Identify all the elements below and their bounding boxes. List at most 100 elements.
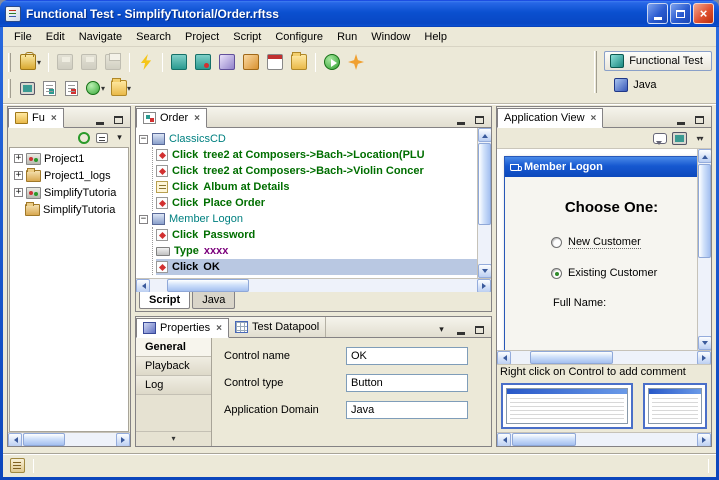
scroll-track[interactable] — [512, 351, 696, 364]
minimize-view-button[interactable] — [453, 112, 468, 127]
expander-icon[interactable]: − — [139, 135, 148, 144]
view-menu-button[interactable]: ▾ — [112, 130, 127, 145]
statusbar-task-icon[interactable] — [10, 458, 25, 473]
script-action-row[interactable]: Click tree2 at Composers->Bach->Location… — [156, 147, 477, 163]
menu-item-run[interactable]: Run — [330, 28, 364, 46]
script-action-row[interactable]: Click Place Order — [156, 195, 477, 211]
verification-point-button[interactable] — [215, 50, 239, 74]
scroll-right-button[interactable] — [697, 351, 711, 365]
toolbar-grip[interactable] — [8, 79, 11, 98]
scroll-thumb[interactable] — [167, 279, 248, 292]
minimize-view-button[interactable] — [92, 112, 107, 127]
screen-capture-button[interactable] — [672, 131, 687, 146]
java-perspective-button[interactable]: Java — [604, 75, 665, 95]
scroll-left-button[interactable] — [8, 433, 22, 447]
scroll-left-button[interactable] — [497, 351, 511, 365]
tab-application-view[interactable]: Application View × — [497, 108, 603, 128]
scroll-right-button[interactable] — [697, 433, 711, 447]
scroll-down-button[interactable] — [478, 264, 491, 278]
more-tabs-button[interactable]: ▾ — [136, 431, 211, 446]
script-action-row[interactable]: Click tree2 at Composers->Bach->Violin C… — [156, 163, 477, 179]
close-editor-icon[interactable]: × — [192, 113, 200, 124]
scroll-thumb[interactable] — [478, 143, 491, 225]
record-button[interactable] — [167, 50, 191, 74]
window-titlebar[interactable]: Functional Test - SimplifyTutorial/Order… — [0, 0, 719, 27]
menu-item-navigate[interactable]: Navigate — [72, 28, 129, 46]
snapshot-thumbnail[interactable] — [501, 383, 633, 429]
application-snapshot[interactable]: Member Logon Choose One: New Customer — [497, 149, 697, 350]
minimize-view-button[interactable] — [453, 322, 468, 337]
close-view-icon[interactable]: × — [589, 113, 597, 124]
scroll-thumb[interactable] — [23, 433, 65, 446]
radio-existing-customer[interactable]: Existing Customer — [551, 267, 697, 279]
expander-icon[interactable]: + — [14, 154, 23, 163]
run-last-dropdown[interactable]: ▾ — [101, 84, 105, 93]
script-action-row[interactable]: Click Album at Details — [156, 179, 477, 195]
scroll-thumb[interactable] — [530, 351, 613, 364]
menu-item-configure[interactable]: Configure — [268, 28, 330, 46]
script-action-row-selected[interactable]: Click OK — [156, 259, 477, 275]
maximize-button[interactable] — [670, 3, 691, 24]
menu-item-help[interactable]: Help — [417, 28, 454, 46]
expander-icon[interactable]: − — [139, 215, 148, 224]
application-domain-input[interactable] — [346, 401, 468, 419]
expander-icon[interactable]: + — [14, 171, 23, 180]
insert-recording-button[interactable] — [191, 50, 215, 74]
insert-test-object-button[interactable] — [239, 50, 263, 74]
snapshot-horizontal-scrollbar[interactable] — [497, 350, 711, 364]
editor-vertical-scrollbar[interactable] — [477, 128, 491, 278]
script-group-row[interactable]: − Member Logon — [139, 211, 477, 227]
side-tab-general[interactable]: General — [136, 338, 211, 357]
projects-horizontal-scrollbar[interactable] — [8, 432, 130, 446]
minimize-view-button[interactable] — [673, 112, 688, 127]
tree-item-project1-logs[interactable]: + Project1_logs — [10, 167, 128, 184]
tree-item-simplifytutorial[interactable]: + SimplifyTutoria — [10, 184, 128, 201]
snapshot-thumbnail[interactable] — [643, 383, 707, 429]
comment-button[interactable] — [652, 131, 667, 146]
scroll-track[interactable] — [512, 433, 696, 446]
script-group-row[interactable]: − ClassicsCD — [139, 131, 477, 147]
editor-horizontal-scrollbar[interactable] — [136, 278, 491, 292]
scroll-track[interactable] — [23, 433, 115, 446]
debug-script-button[interactable] — [344, 50, 368, 74]
datapool-button[interactable] — [263, 50, 287, 74]
maximize-view-button[interactable] — [472, 322, 487, 337]
collapse-all-button[interactable] — [94, 130, 109, 145]
scroll-thumb[interactable] — [698, 164, 711, 258]
maximize-view-button[interactable] — [692, 112, 707, 127]
close-button[interactable]: × — [693, 3, 714, 24]
menu-item-file[interactable]: File — [7, 28, 39, 46]
order-tab[interactable]: Order × — [136, 108, 207, 128]
print-button[interactable] — [101, 50, 125, 74]
save-button[interactable] — [53, 50, 77, 74]
thumbnails-horizontal-scrollbar[interactable] — [497, 432, 711, 446]
open-perspective-button[interactable] — [16, 77, 38, 99]
projects-tab[interactable]: Fu × — [8, 108, 64, 128]
functional-test-perspective-button[interactable]: Functional Test — [604, 51, 712, 71]
script-page-button[interactable] — [38, 77, 60, 99]
scroll-thumb[interactable] — [512, 433, 576, 446]
close-view-icon[interactable]: × — [214, 323, 222, 334]
save-all-button[interactable] — [77, 50, 101, 74]
scroll-up-button[interactable] — [698, 149, 711, 163]
scroll-track[interactable] — [698, 164, 711, 335]
scroll-left-button[interactable] — [136, 279, 150, 293]
perspective-bar-grip[interactable] — [594, 51, 597, 93]
maximize-view-button[interactable] — [111, 112, 126, 127]
run-script-button[interactable] — [320, 50, 344, 74]
menu-item-project[interactable]: Project — [178, 28, 226, 46]
menu-item-script[interactable]: Script — [226, 28, 268, 46]
tree-item-project1[interactable]: + Project1 — [10, 150, 128, 167]
scroll-right-button[interactable] — [477, 279, 491, 293]
scroll-left-button[interactable] — [497, 433, 511, 447]
new-script-dropdown[interactable]: ▾ — [37, 58, 41, 67]
script-action-row[interactable]: Type xxxx — [156, 243, 477, 259]
java-page-button[interactable] — [60, 77, 82, 99]
control-name-input[interactable] — [346, 347, 468, 365]
scroll-track[interactable] — [151, 279, 476, 292]
scroll-up-button[interactable] — [478, 128, 491, 142]
close-view-icon[interactable]: × — [49, 113, 57, 124]
radio-new-customer[interactable]: New Customer — [551, 236, 697, 249]
minimize-button[interactable] — [647, 3, 668, 24]
scroll-right-button[interactable] — [116, 433, 130, 447]
